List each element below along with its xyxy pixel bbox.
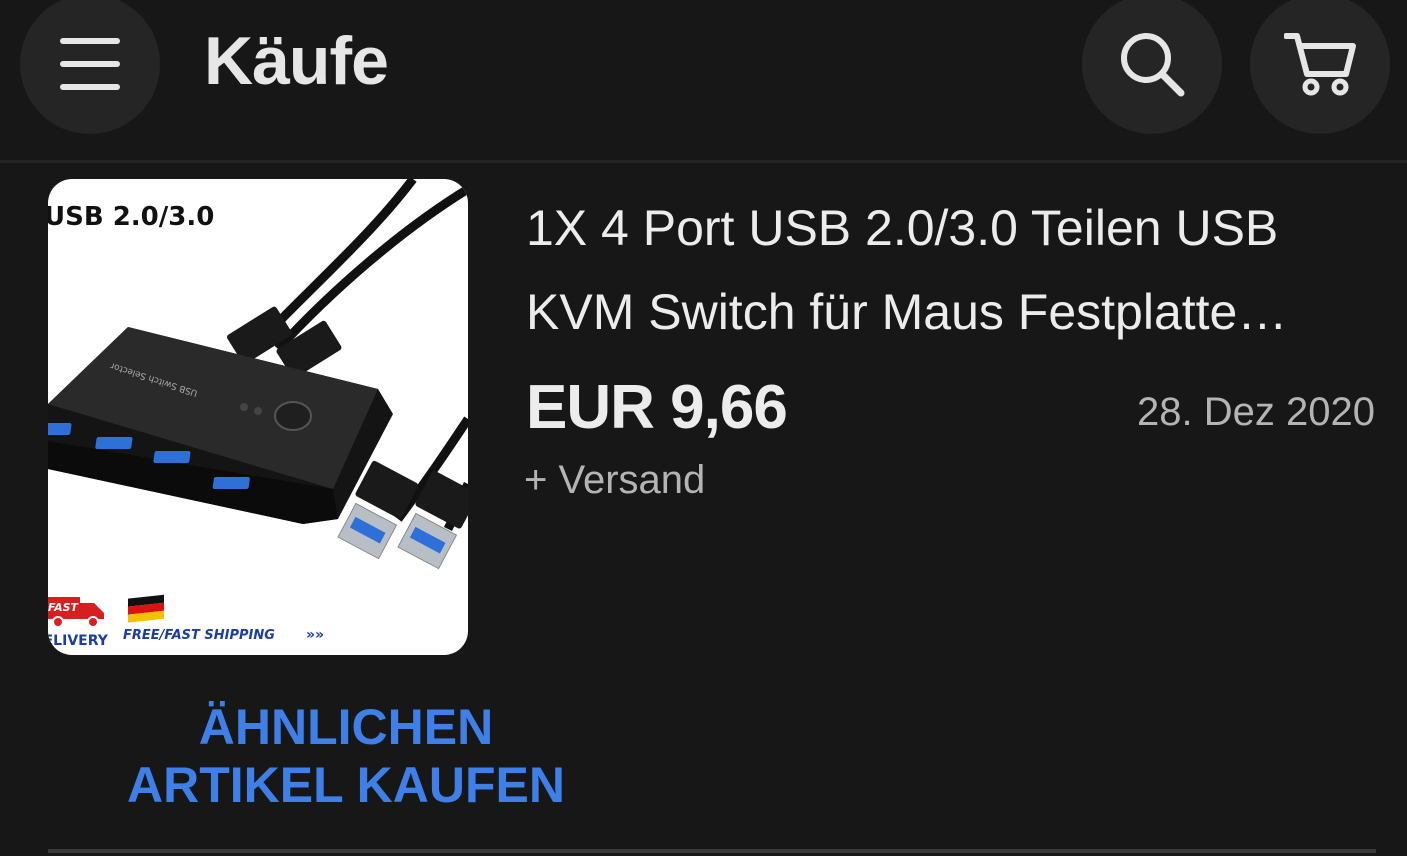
item-thumbnail[interactable]: USB 2.0/3.0 USB Switch Selector FAST ELI… (48, 179, 468, 655)
svg-text:DELIVERY: DELIVERY (48, 633, 109, 649)
purchase-date: 28. Dez 2020 (1137, 390, 1375, 434)
search-icon (1121, 33, 1185, 97)
menu-button[interactable] (20, 0, 160, 134)
cart-icon (1284, 33, 1356, 96)
shipping-note: + Versand (524, 458, 706, 502)
flag-icon (128, 594, 164, 623)
truck-icon: FAST (48, 597, 104, 628)
svg-text:FREE/FAST SHIPPING: FREE/FAST SHIPPING (123, 628, 275, 643)
svg-text:USB 2.0/3.0: USB 2.0/3.0 (48, 202, 214, 232)
usb-switch-product-image: USB 2.0/3.0 USB Switch Selector FAST ELI… (48, 179, 468, 649)
purchases-page: Käufe USB 2.0/3.0 USB Switch Selector FA… (0, 0, 1407, 856)
buy-similar-label-line2: ARTIKEL KAUFEN (127, 757, 565, 813)
item-title[interactable]: 1X 4 Port USB 2.0/3.0 Teilen USB KVM Swi… (526, 186, 1376, 354)
list-divider (48, 849, 1376, 853)
top-app-bar: Käufe (0, 0, 1407, 160)
buy-similar-button[interactable]: ÄHNLICHEN ARTIKEL KAUFEN (48, 698, 644, 814)
cart-button[interactable] (1250, 0, 1390, 134)
header-divider (0, 160, 1407, 163)
item-price: EUR 9,66 (526, 373, 788, 442)
page-title: Käufe (204, 23, 389, 99)
svg-text:»»: »» (306, 627, 324, 643)
menu-icon (60, 38, 120, 90)
svg-text:FAST: FAST (48, 601, 80, 614)
search-button[interactable] (1082, 0, 1222, 134)
buy-similar-label-line1: ÄHNLICHEN (198, 699, 494, 755)
